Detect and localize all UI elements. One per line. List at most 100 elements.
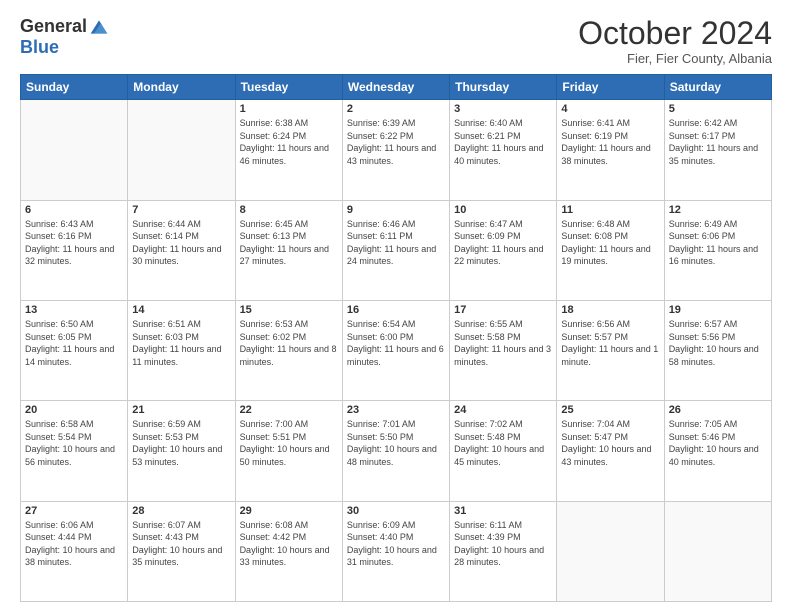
day-number: 17 (454, 304, 552, 316)
calendar-cell: 15Sunrise: 6:53 AM Sunset: 6:02 PM Dayli… (235, 300, 342, 400)
day-number: 16 (347, 304, 445, 316)
day-info: Sunrise: 6:11 AM Sunset: 4:39 PM Dayligh… (454, 519, 552, 569)
month-title: October 2024 (578, 16, 772, 51)
day-info: Sunrise: 6:53 AM Sunset: 6:02 PM Dayligh… (240, 318, 338, 368)
day-header-saturday: Saturday (664, 75, 771, 100)
day-number: 10 (454, 204, 552, 216)
day-info: Sunrise: 7:01 AM Sunset: 5:50 PM Dayligh… (347, 418, 445, 468)
day-header-thursday: Thursday (450, 75, 557, 100)
day-number: 12 (669, 204, 767, 216)
calendar-cell: 18 Sunrise: 6:56 AM Sunset: 5:57 PM Dayli… (557, 300, 664, 400)
calendar-week-2: 6 Sunrise: 6:43 AM Sunset: 6:16 PM Daylig… (21, 200, 772, 300)
day-number: 2 (347, 103, 445, 115)
day-number: 29 (240, 505, 338, 517)
calendar-week-5: 27Sunrise: 6:06 AM Sunset: 4:44 PM Dayli… (21, 501, 772, 601)
day-info: Sunrise: 6:40 AM Sunset: 6:21 PM Dayligh… (454, 117, 552, 167)
calendar-week-3: 13 Sunrise: 6:50 AM Sunset: 6:05 PM Dayli… (21, 300, 772, 400)
day-number: 22 (240, 404, 338, 416)
day-number: 23 (347, 404, 445, 416)
day-info: Sunrise: 6:59 AM Sunset: 5:53 PM Dayligh… (132, 418, 230, 468)
day-number: 30 (347, 505, 445, 517)
day-info: Sunrise: 6:09 AM Sunset: 4:40 PM Dayligh… (347, 519, 445, 569)
calendar-week-4: 20 Sunrise: 6:58 AM Sunset: 5:54 PM Dayli… (21, 401, 772, 501)
day-header-tuesday: Tuesday (235, 75, 342, 100)
day-info: Sunrise: 6:48 AM Sunset: 6:08 PM Dayligh… (561, 218, 659, 268)
calendar-cell: 28Sunrise: 6:07 AM Sunset: 4:43 PM Dayli… (128, 501, 235, 601)
calendar-cell: 8 Sunrise: 6:45 AM Sunset: 6:13 PM Daylig… (235, 200, 342, 300)
calendar-cell: 29Sunrise: 6:08 AM Sunset: 4:42 PM Dayli… (235, 501, 342, 601)
day-number: 31 (454, 505, 552, 517)
day-info: Sunrise: 6:56 AM Sunset: 5:57 PM Dayligh… (561, 318, 659, 368)
calendar-cell (557, 501, 664, 601)
calendar-cell: 5Sunrise: 6:42 AM Sunset: 6:17 PM Daylig… (664, 100, 771, 200)
day-number: 9 (347, 204, 445, 216)
day-info: Sunrise: 6:45 AM Sunset: 6:13 PM Dayligh… (240, 218, 338, 268)
logo-icon (89, 17, 109, 37)
calendar-cell: 20 Sunrise: 6:58 AM Sunset: 5:54 PM Dayli… (21, 401, 128, 501)
calendar-cell: 1Sunrise: 6:38 AM Sunset: 6:24 PM Daylig… (235, 100, 342, 200)
page: General Blue October 2024 Fier, Fier Cou… (0, 0, 792, 612)
calendar-week-1: 1Sunrise: 6:38 AM Sunset: 6:24 PM Daylig… (21, 100, 772, 200)
calendar-cell: 13 Sunrise: 6:50 AM Sunset: 6:05 PM Dayli… (21, 300, 128, 400)
calendar-cell: 26 Sunrise: 7:05 AM Sunset: 5:46 PM Dayli… (664, 401, 771, 501)
day-info: Sunrise: 7:02 AM Sunset: 5:48 PM Dayligh… (454, 418, 552, 468)
calendar-cell (664, 501, 771, 601)
calendar-cell: 2 Sunrise: 6:39 AM Sunset: 6:22 PM Daylig… (342, 100, 449, 200)
calendar-cell: 11 Sunrise: 6:48 AM Sunset: 6:08 PM Dayli… (557, 200, 664, 300)
day-number: 11 (561, 204, 659, 216)
day-info: Sunrise: 6:47 AM Sunset: 6:09 PM Dayligh… (454, 218, 552, 268)
day-info: Sunrise: 6:42 AM Sunset: 6:17 PM Dayligh… (669, 117, 767, 167)
calendar-cell: 30 Sunrise: 6:09 AM Sunset: 4:40 PM Dayli… (342, 501, 449, 601)
day-info: Sunrise: 6:54 AM Sunset: 6:00 PM Dayligh… (347, 318, 445, 368)
calendar-cell (21, 100, 128, 200)
day-info: Sunrise: 6:58 AM Sunset: 5:54 PM Dayligh… (25, 418, 123, 468)
day-info: Sunrise: 6:43 AM Sunset: 6:16 PM Dayligh… (25, 218, 123, 268)
calendar-cell: 10 Sunrise: 6:47 AM Sunset: 6:09 PM Dayli… (450, 200, 557, 300)
day-info: Sunrise: 6:06 AM Sunset: 4:44 PM Dayligh… (25, 519, 123, 569)
day-info: Sunrise: 6:51 AM Sunset: 6:03 PM Dayligh… (132, 318, 230, 368)
logo-blue-text: Blue (20, 37, 59, 58)
day-number: 14 (132, 304, 230, 316)
day-info: Sunrise: 6:49 AM Sunset: 6:06 PM Dayligh… (669, 218, 767, 268)
day-number: 18 (561, 304, 659, 316)
day-number: 24 (454, 404, 552, 416)
day-number: 20 (25, 404, 123, 416)
calendar-cell: 31 Sunrise: 6:11 AM Sunset: 4:39 PM Dayli… (450, 501, 557, 601)
day-header-friday: Friday (557, 75, 664, 100)
day-number: 3 (454, 103, 552, 115)
day-header-wednesday: Wednesday (342, 75, 449, 100)
day-info: Sunrise: 6:39 AM Sunset: 6:22 PM Dayligh… (347, 117, 445, 167)
calendar-cell: 6 Sunrise: 6:43 AM Sunset: 6:16 PM Daylig… (21, 200, 128, 300)
title-area: October 2024 Fier, Fier County, Albania (578, 16, 772, 66)
calendar-cell: 22Sunrise: 7:00 AM Sunset: 5:51 PM Dayli… (235, 401, 342, 501)
calendar-cell (128, 100, 235, 200)
day-info: Sunrise: 6:50 AM Sunset: 6:05 PM Dayligh… (25, 318, 123, 368)
day-number: 4 (561, 103, 659, 115)
day-number: 8 (240, 204, 338, 216)
day-info: Sunrise: 7:04 AM Sunset: 5:47 PM Dayligh… (561, 418, 659, 468)
day-number: 1 (240, 103, 338, 115)
day-number: 13 (25, 304, 123, 316)
day-number: 21 (132, 404, 230, 416)
day-info: Sunrise: 6:57 AM Sunset: 5:56 PM Dayligh… (669, 318, 767, 368)
day-number: 7 (132, 204, 230, 216)
calendar-table: SundayMondayTuesdayWednesdayThursdayFrid… (20, 74, 772, 602)
day-info: Sunrise: 7:05 AM Sunset: 5:46 PM Dayligh… (669, 418, 767, 468)
calendar-cell: 19 Sunrise: 6:57 AM Sunset: 5:56 PM Dayli… (664, 300, 771, 400)
day-number: 19 (669, 304, 767, 316)
calendar-cell: 16 Sunrise: 6:54 AM Sunset: 6:00 PM Dayli… (342, 300, 449, 400)
day-number: 6 (25, 204, 123, 216)
day-header-monday: Monday (128, 75, 235, 100)
day-number: 25 (561, 404, 659, 416)
calendar-cell: 7Sunrise: 6:44 AM Sunset: 6:14 PM Daylig… (128, 200, 235, 300)
day-info: Sunrise: 6:55 AM Sunset: 5:58 PM Dayligh… (454, 318, 552, 368)
calendar-cell: 25 Sunrise: 7:04 AM Sunset: 5:47 PM Dayli… (557, 401, 664, 501)
logo: General Blue (20, 16, 109, 58)
calendar-header-row: SundayMondayTuesdayWednesdayThursdayFrid… (21, 75, 772, 100)
calendar-cell: 4Sunrise: 6:41 AM Sunset: 6:19 PM Daylig… (557, 100, 664, 200)
calendar-cell: 24 Sunrise: 7:02 AM Sunset: 5:48 PM Dayli… (450, 401, 557, 501)
calendar-cell: 14 Sunrise: 6:51 AM Sunset: 6:03 PM Dayli… (128, 300, 235, 400)
calendar-cell: 23 Sunrise: 7:01 AM Sunset: 5:50 PM Dayli… (342, 401, 449, 501)
calendar-cell: 12 Sunrise: 6:49 AM Sunset: 6:06 PM Dayli… (664, 200, 771, 300)
day-number: 26 (669, 404, 767, 416)
